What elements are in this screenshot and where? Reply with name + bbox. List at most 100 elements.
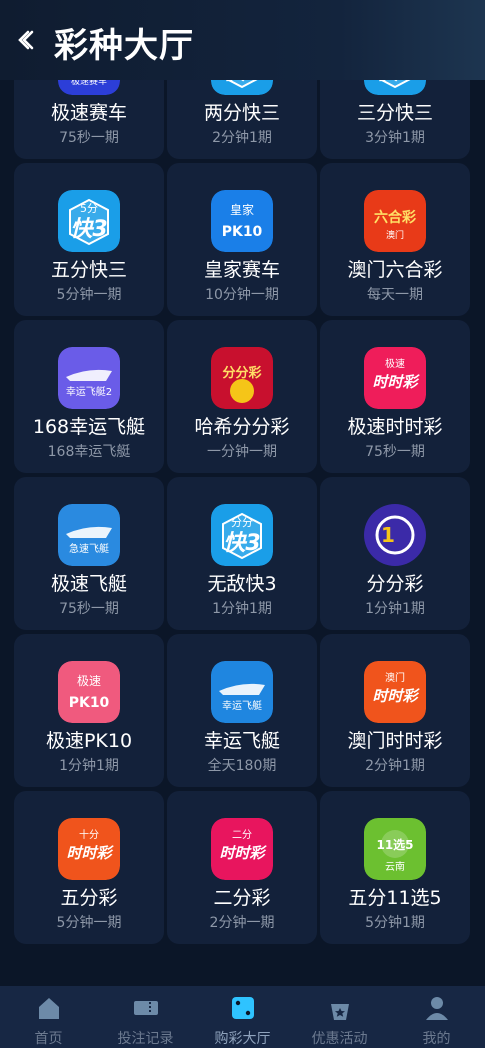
ssc-lottery-icon: 澳门 时时彩 [364,661,426,723]
tab-ticket[interactable]: 投注记录 [97,986,194,1048]
bottom-tab-bar: 首页 投注记录 购彩大厅 优惠活动 我的 [0,986,485,1048]
ssc-lottery-icon: 十分 时时彩 [58,818,120,880]
svg-text:PK10: PK10 [222,224,263,240]
svg-text:幸运飞艇: 幸运飞艇 [222,699,262,712]
game-card[interactable]: 急速飞艇 极速飞艇 75秒一期 [14,477,164,630]
dice-icon [229,994,257,1022]
speedboat-icon: 急速飞艇 [58,504,120,566]
game-card[interactable]: 分分 快3 无敌快3 1分钟1期 [167,477,317,630]
svg-text:时时彩: 时时彩 [66,844,114,862]
svg-text:时时彩: 时时彩 [219,844,267,862]
game-schedule: 75秒一期 [365,444,425,460]
svg-text:皇家: 皇家 [230,202,254,217]
svg-text:11选5: 11选5 [376,837,413,852]
tab-label: 优惠活动 [311,1031,368,1047]
pk10-icon: 极速 PK10 [58,661,120,723]
game-schedule: 1分钟1期 [59,758,119,774]
tab-label: 我的 [422,1031,451,1047]
game-name: 极速时时彩 [347,416,443,438]
game-name: 澳门时时彩 [347,730,443,752]
game-card[interactable]: 幸运飞艇 幸运飞艇 全天180期 [167,634,317,787]
tab-dice[interactable]: 购彩大厅 [194,986,291,1048]
game-schedule: 5分钟1期 [365,915,425,931]
svg-text:时时彩: 时时彩 [372,687,420,705]
game-schedule: 2分钟1期 [365,758,425,774]
game-card[interactable]: 二分 时时彩二分彩 2分钟一期 [167,791,317,944]
game-schedule: 一分钟一期 [207,444,277,460]
ssc-lottery-icon: 二分 时时彩 [211,818,273,880]
game-card[interactable]: 十分 时时彩五分彩 5分钟一期 [14,791,164,944]
game-card[interactable]: 11选5 云南五分11选5 5分钟1期 [320,791,470,944]
game-card[interactable]: 澳门 时时彩 澳门时时彩 2分钟1期 [320,634,470,787]
game-schedule: 10分钟一期 [205,287,279,303]
game-schedule: 75秒一期 [59,130,119,146]
svg-text:快3: 快3 [70,217,107,242]
svg-text:急速飞艇: 急速飞艇 [69,542,109,555]
game-schedule: 3分钟1期 [365,130,425,146]
game-name: 极速赛车 [50,102,127,124]
game-schedule: 1分钟1期 [212,601,272,617]
svg-text:时时彩: 时时彩 [372,373,420,391]
hash-coin-icon: 分分彩 [211,347,273,409]
game-schedule: 5分钟一期 [56,915,122,931]
game-name: 幸运飞艇 [203,730,280,752]
game-name: 五分快三 [50,259,127,281]
svg-text:PK10: PK10 [69,695,110,711]
royal-pk10-icon: 皇家 PK10 [211,190,273,252]
dice-k3-icon: 分分 快3 [211,504,273,566]
tab-gift[interactable]: 优惠活动 [291,986,388,1048]
tab-home[interactable]: 首页 [0,986,97,1048]
svg-text:分分: 分分 [231,516,253,529]
game-name: 无敌快3 [207,573,277,595]
tab-user[interactable]: 我的 [388,986,485,1048]
eleven-five-icon: 11选5 云南 [364,818,426,880]
svg-text:二分: 二分 [232,829,252,841]
svg-text:十分: 十分 [79,828,99,841]
game-name: 哈希分分彩 [194,416,290,438]
game-card[interactable]: 六合彩 澳门 澳门六合彩 每天一期 [320,163,470,316]
game-grid: 极速赛车极速赛车75秒一期 2分 快3两分快三2分钟1期 3分 快3三分快三3分… [14,6,470,944]
mark-six-icon: 六合彩 澳门 [364,190,426,252]
game-card[interactable]: 幸运飞艇2 168幸运飞艇 168幸运飞艇 [14,320,164,473]
chevron-left-icon[interactable] [14,20,42,60]
game-card[interactable]: 1 分分彩 1分钟1期 [320,477,470,630]
game-schedule: 5分钟一期 [56,287,122,303]
home-icon [35,994,63,1022]
speedboat-icon: 幸运飞艇2 [58,347,120,409]
game-name: 极速飞艇 [50,573,127,595]
lottery-clock-icon: 1 [364,504,426,566]
svg-text:分分彩: 分分彩 [222,365,261,381]
svg-text:1: 1 [381,523,395,547]
game-name: 三分快三 [356,102,433,124]
gift-icon [326,994,354,1022]
user-icon [423,994,451,1022]
game-schedule: 每天一期 [367,287,423,303]
game-card[interactable]: 5分 快3 五分快三 5分钟一期 [14,163,164,316]
game-schedule: 2分钟1期 [212,130,272,146]
game-card[interactable]: 皇家 PK10 皇家赛车 10分钟一期 [167,163,317,316]
game-name: 五分彩 [60,887,118,909]
game-card[interactable]: 极速 PK10 极速PK10 1分钟1期 [14,634,164,787]
top-bar: 彩种大厅 [0,0,485,80]
tab-label: 投注记录 [117,1031,174,1047]
dice-k3-icon: 5分 快3 [58,190,120,252]
game-card[interactable]: 极速 时时彩极速时时彩 75秒一期 [320,320,470,473]
svg-text:快3: 快3 [223,531,260,556]
game-name: 澳门六合彩 [347,259,443,281]
game-name: 五分11选5 [348,887,442,909]
game-name: 分分彩 [366,573,424,595]
ticket-icon [132,994,160,1022]
svg-text:云南: 云南 [385,860,405,873]
game-card[interactable]: 分分彩哈希分分彩一分钟一期 [167,320,317,473]
game-schedule: 全天180期 [207,758,277,774]
game-name: 极速PK10 [45,730,133,752]
game-name: 二分彩 [213,887,271,909]
game-schedule: 2分钟一期 [209,915,275,931]
svg-text:澳门: 澳门 [385,671,405,684]
ssc-lottery-icon: 极速 时时彩 [364,347,426,409]
svg-text:六合彩: 六合彩 [374,209,416,226]
game-schedule: 168幸运飞艇 [47,444,131,460]
game-name: 两分快三 [203,102,280,124]
svg-text:澳门: 澳门 [386,229,404,241]
game-schedule: 1分钟1期 [365,601,425,617]
